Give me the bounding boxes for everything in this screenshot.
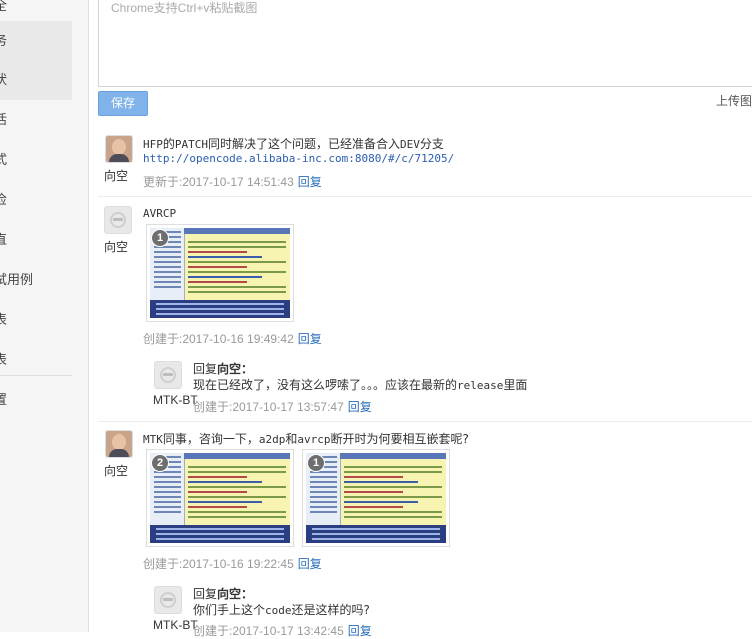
comment-meta: 创建于:2017-10-16 19:49:42 回复 (143, 330, 322, 347)
sidebar-item[interactable]: 务 (0, 21, 72, 61)
sidebar-item[interactable]: 直 (0, 220, 72, 260)
comment-author[interactable]: 向空 (104, 167, 128, 184)
sidebar-item[interactable]: 置 (0, 380, 72, 420)
user-avatar[interactable] (105, 430, 133, 458)
comment-textarea[interactable]: Chrome支持Ctrl+v粘贴截图 (98, 0, 752, 87)
reply-link[interactable]: 回复 (298, 332, 322, 346)
screenshot-thumbnail[interactable]: 2 (146, 449, 294, 547)
reply-link[interactable]: 回复 (348, 624, 372, 638)
reply-author[interactable]: MTK-BT (153, 618, 198, 632)
reply-link[interactable]: 回复 (298, 175, 322, 189)
reply-link[interactable]: 回复 (348, 400, 372, 414)
upload-image-link[interactable]: 上传图 (716, 92, 752, 109)
sidebar-item[interactable]: 活 (0, 100, 72, 140)
reply-author[interactable]: MTK-BT (153, 393, 198, 407)
comment-divider (98, 421, 752, 422)
reply-text: 你们手上这个code还是这样的吗? (193, 603, 370, 617)
reply-text: 现在已经改了，没有这么啰嗦了。。。应该在最新的release里面 (193, 378, 528, 392)
comment-author[interactable]: 向空 (104, 238, 128, 255)
screenshot-thumbnail[interactable]: 1 (302, 449, 450, 547)
save-button[interactable]: 保存 (98, 91, 148, 116)
comment-text: MTK同事，咨询一下，a2dp和avrcp断开时为何要相互嵌套呢? (143, 432, 469, 446)
comment-author[interactable]: 向空 (104, 462, 128, 479)
comment-timestamp: 创建于:2017-10-16 19:49:42 (143, 332, 294, 346)
reply-meta: 创建于:2017-10-17 13:42:45 回复 (193, 622, 372, 639)
sidebar-item[interactable]: 状 (0, 60, 72, 100)
user-avatar[interactable] (104, 206, 132, 234)
comment-meta: 更新于:2017-10-17 14:51:43 回复 (143, 173, 322, 190)
user-avatar[interactable] (154, 361, 182, 389)
sidebar-item[interactable]: 表 (0, 340, 72, 380)
reply-link[interactable]: 回复 (298, 557, 322, 571)
sidebar-divider (0, 375, 72, 376)
reply-timestamp: 创建于:2017-10-17 13:42:45 (193, 624, 344, 638)
comment-timestamp: 创建于:2017-10-16 19:22:45 (143, 557, 294, 571)
reply-heading: 回复向空： (193, 587, 254, 601)
reply-meta: 创建于:2017-10-17 13:57:47 回复 (193, 398, 372, 415)
comment-text: HFP的PATCH同时解决了这个问题，已经准备合入DEV分支 (143, 137, 444, 151)
sidebar-item[interactable]: 试用例 (0, 260, 72, 300)
comment-text: AVRCP (143, 207, 177, 220)
comment-timestamp: 更新于:2017-10-17 14:51:43 (143, 175, 294, 189)
sidebar-item[interactable]: 表 (0, 300, 72, 340)
comment-meta: 创建于:2017-10-16 19:22:45 回复 (143, 555, 322, 572)
image-count-badge: 1 (151, 229, 169, 247)
textarea-placeholder: Chrome支持Ctrl+v粘贴截图 (111, 1, 258, 15)
patch-link[interactable]: http://opencode.alibaba-inc.com:8080/#/c… (143, 152, 454, 165)
left-sidebar: 全 务 状 活 式 俭 直 试用例 表 表 置 (0, 0, 89, 632)
user-avatar[interactable] (154, 586, 182, 614)
image-count-badge: 2 (151, 454, 169, 472)
screenshot-thumbnail[interactable]: 1 (146, 224, 294, 322)
sidebar-item[interactable]: 式 (0, 140, 72, 180)
comment-divider (98, 196, 752, 197)
image-count-badge: 1 (307, 454, 325, 472)
reply-heading: 回复向空： (193, 362, 254, 376)
user-avatar[interactable] (105, 135, 133, 163)
reply-timestamp: 创建于:2017-10-17 13:57:47 (193, 400, 344, 414)
sidebar-item[interactable]: 俭 (0, 180, 72, 220)
